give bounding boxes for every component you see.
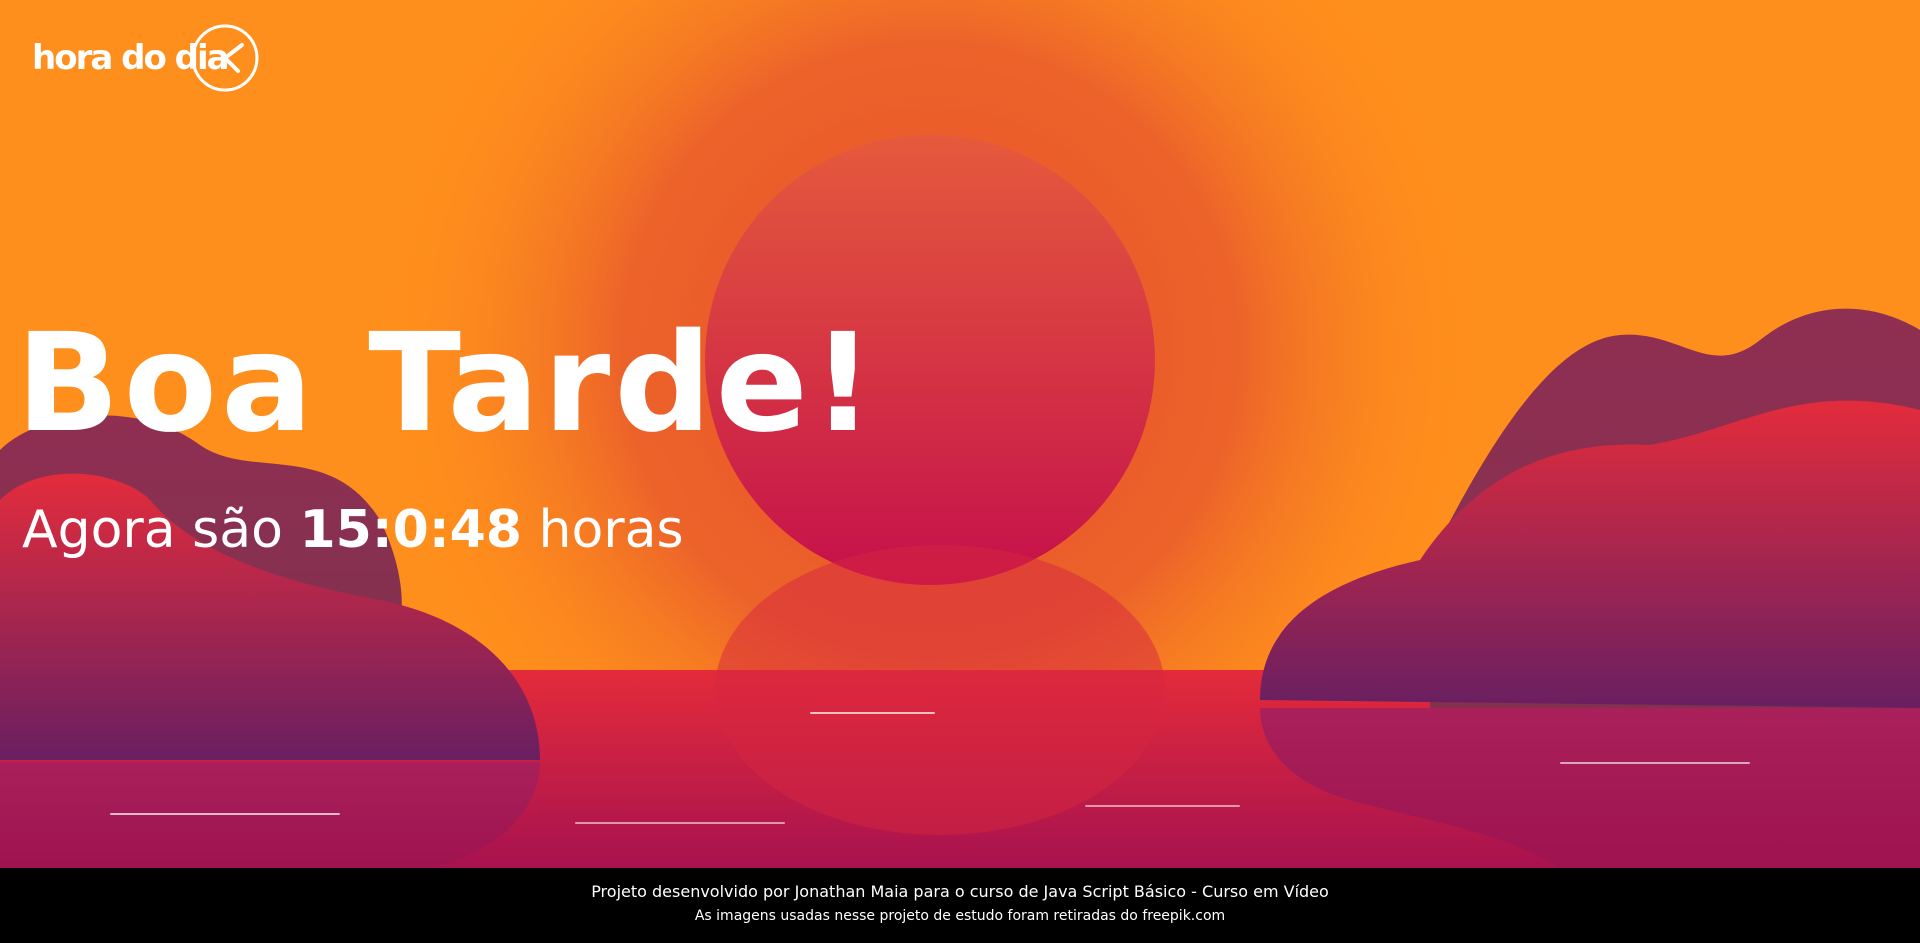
footer: Projeto desenvolvido por Jonathan Maia p… <box>0 868 1920 943</box>
footer-credit: Projeto desenvolvido por Jonathan Maia p… <box>591 882 1329 901</box>
time-suffix: horas <box>538 500 684 560</box>
logo[interactable]: hora do dia <box>32 22 260 94</box>
current-time-text: Agora são 15:0:48 horas <box>22 500 684 560</box>
logo-text: hora do dia <box>32 38 230 78</box>
time-value: 15:0:48 <box>299 500 522 560</box>
time-prefix: Agora são <box>22 500 283 560</box>
footer-image-credit: As imagens usadas nesse projeto de estud… <box>694 908 1226 924</box>
greeting-heading: Boa Tarde! <box>16 305 878 463</box>
